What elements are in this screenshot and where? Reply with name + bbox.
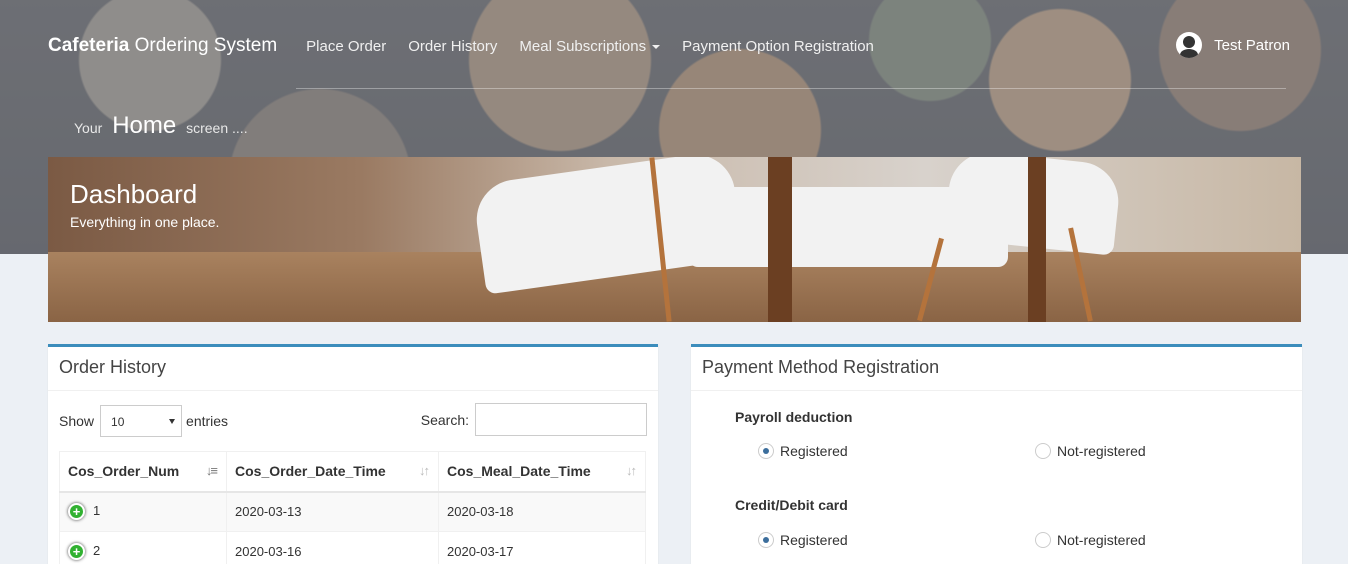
brand-rest: Ordering System	[134, 35, 278, 56]
order-num: 1	[93, 503, 101, 519]
radio-checked-icon	[758, 532, 774, 548]
brand-logo[interactable]: Cafeteria Ordering System	[48, 35, 277, 57]
subtitle-prefix: Your	[74, 120, 103, 136]
search-input[interactable]	[475, 403, 647, 436]
column-header-meal-date[interactable]: Cos_Meal_Date_Time ↓↑	[438, 451, 646, 493]
nav-meal-subscriptions-label: Meal Subscriptions	[519, 37, 647, 55]
nav-payment-option-registration[interactable]: Payment Option Registration	[682, 38, 874, 55]
column-header-order-num[interactable]: Cos_Order_Num ↓≡	[59, 451, 227, 493]
search-filter: Search:	[421, 403, 647, 436]
payment-registration-title: Payment Method Registration	[691, 347, 1302, 391]
table-row: +1 2020-03-13 2020-03-18	[59, 491, 646, 532]
meal-date-cell: 2020-03-17	[438, 531, 646, 564]
user-name: Test Patron	[1214, 36, 1290, 54]
order-num-cell: +2	[59, 531, 227, 564]
nav-place-order[interactable]: Place Order	[306, 38, 386, 55]
sort-ascending-icon: ↓≡	[205, 463, 218, 478]
payroll-registered-radio[interactable]: Registered	[758, 443, 848, 459]
table-leg	[1028, 157, 1046, 322]
radio-unchecked-icon	[1035, 532, 1051, 548]
table-leg	[768, 157, 792, 322]
table-row: +2 2020-03-16 2020-03-17	[59, 531, 646, 564]
order-history-title: Order History	[48, 347, 658, 391]
subtitle-main: Home	[112, 112, 177, 139]
entries-select-value: 10	[111, 415, 125, 429]
radio-label: Registered	[780, 532, 848, 548]
order-date-cell: 2020-03-16	[226, 531, 439, 564]
entries-label: entries	[186, 413, 229, 429]
order-date-cell: 2020-03-13	[226, 491, 439, 532]
radio-unchecked-icon	[1035, 443, 1051, 459]
navbar: Cafeteria Ordering System Place Order Or…	[48, 26, 1300, 66]
expand-row-icon[interactable]: +	[68, 543, 85, 561]
datatable-controls: Show 10 entries Search:	[48, 391, 658, 449]
subtitle-suffix: screen ....	[186, 120, 248, 136]
radio-label: Not-registered	[1057, 532, 1146, 548]
column-header-order-date[interactable]: Cos_Order_Date_Time ↓↑	[226, 451, 439, 493]
nav-order-history[interactable]: Order History	[408, 38, 497, 55]
payment-registration-panel: Payment Method Registration Payroll dedu…	[691, 344, 1302, 564]
page-subtitle: Your Home screen ....	[74, 112, 248, 140]
card-registered-radio[interactable]: Registered	[758, 532, 848, 548]
avatar	[1176, 32, 1203, 58]
brand-bold: Cafeteria	[48, 35, 130, 56]
caret-down-icon	[652, 44, 661, 49]
nav-links: Place Order Order History Meal Subscript…	[295, 38, 885, 55]
order-num: 2	[93, 542, 101, 558]
banner-subtitle: Everything in one place.	[70, 214, 220, 230]
order-history-panel: Order History Show 10 entries Search: Co…	[48, 344, 658, 564]
credit-debit-card-label: Credit/Debit card	[735, 497, 848, 513]
order-history-table: Cos_Order_Num ↓≡ Cos_Order_Date_Time ↓↑ Co…	[59, 451, 646, 564]
nav-meal-subscriptions[interactable]: Meal Subscriptions	[519, 37, 661, 55]
radio-label: Not-registered	[1057, 443, 1146, 459]
radio-checked-icon	[758, 443, 774, 459]
search-label: Search:	[420, 411, 469, 428]
show-label: Show	[59, 413, 95, 429]
entries-select[interactable]: 10	[100, 405, 183, 437]
table-header-row: Cos_Order_Num ↓≡ Cos_Order_Date_Time ↓↑ Co…	[59, 451, 646, 493]
dashboard-banner: Dashboard Everything in one place.	[48, 157, 1301, 322]
payroll-not-registered-radio[interactable]: Not-registered	[1035, 443, 1146, 459]
column-header-label: Cos_Order_Date_Time	[235, 463, 386, 480]
meal-date-cell: 2020-03-18	[438, 491, 646, 532]
sort-both-icon: ↓↑	[626, 463, 637, 478]
radio-label: Registered	[780, 443, 848, 459]
expand-row-icon[interactable]: +	[68, 503, 85, 521]
card-not-registered-radio[interactable]: Not-registered	[1035, 532, 1146, 548]
entries-length: Show 10 entries	[59, 405, 228, 437]
banner-title: Dashboard	[70, 179, 198, 209]
user-menu[interactable]: Test Patron	[1176, 32, 1290, 58]
sort-both-icon: ↓↑	[419, 463, 430, 478]
column-header-label: Cos_Order_Num	[68, 463, 180, 480]
column-header-label: Cos_Meal_Date_Time	[447, 463, 591, 480]
nav-divider	[296, 88, 1286, 89]
payroll-deduction-label: Payroll deduction	[735, 409, 853, 425]
order-num-cell: +1	[59, 491, 227, 532]
